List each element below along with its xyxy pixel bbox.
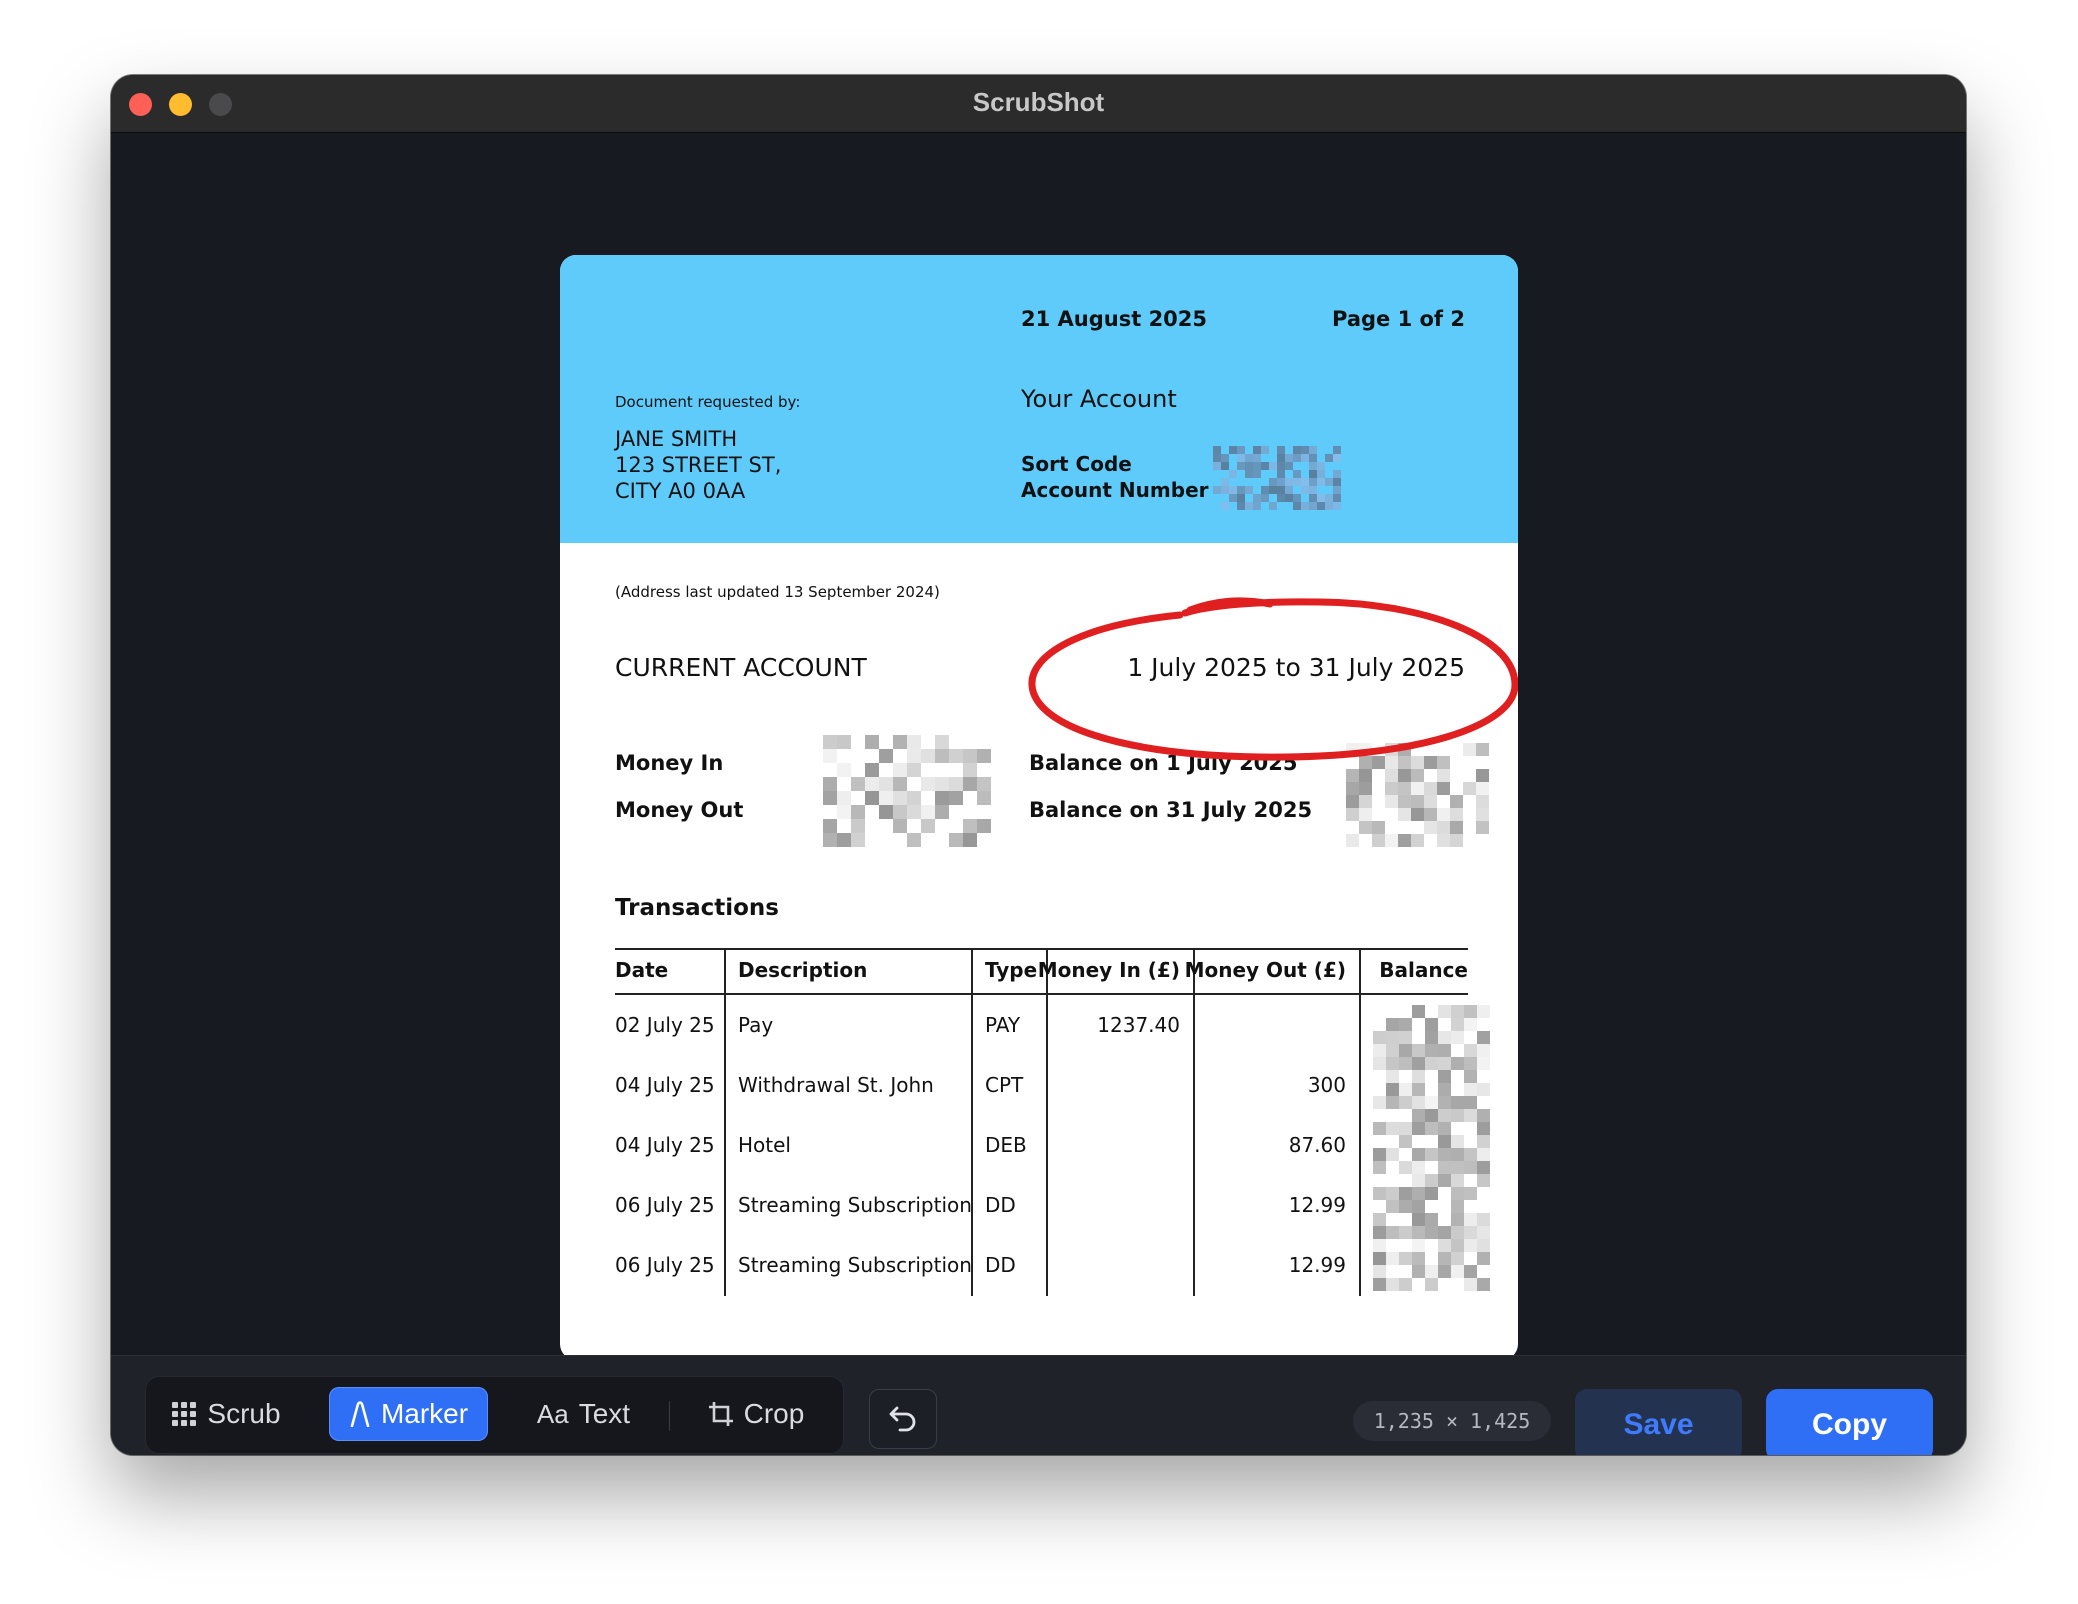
crop-icon (708, 1402, 733, 1426)
scrub-tool-button[interactable]: Scrub (156, 1387, 296, 1441)
address-line-2: CITY A0 0AA (615, 479, 746, 503)
tool-selector: Scrub Marker Aa Text Crop (145, 1376, 844, 1454)
app-window: ScrubShot 21 August 2025 Page 1 of 2 Doc… (111, 75, 1966, 1455)
text-tool-label: Text (578, 1398, 631, 1429)
column-header-type: Type (985, 958, 1038, 982)
toolbar-divider (669, 1401, 670, 1431)
cell-date: 04 July 25 (615, 1073, 715, 1097)
marker-tool-label: Marker (380, 1398, 469, 1429)
column-header-balance: Balance (1379, 958, 1468, 982)
cell-money-in: 1237.40 (1097, 1013, 1180, 1037)
cell-money-out: 12.99 (1288, 1193, 1346, 1217)
statement-period: 1 July 2025 to 31 July 2025 (1127, 653, 1465, 682)
balance-start-label: Balance on 1 July 2025 (1029, 751, 1298, 775)
column-header-date: Date (615, 958, 669, 982)
page-number: Page 1 of 2 (1332, 307, 1465, 331)
image-dimensions: 1,235 × 1,425 (1353, 1401, 1551, 1441)
account-number-label: Account Number (1021, 478, 1209, 502)
money-in-label: Money In (615, 751, 724, 775)
crop-tool-label: Crop (743, 1398, 805, 1429)
cell-date: 06 July 25 (615, 1193, 715, 1217)
cell-date: 06 July 25 (615, 1253, 715, 1277)
bottom-toolbar: Scrub Marker Aa Text Crop 1,235 × 1,425 … (111, 1355, 1966, 1455)
balance-end-label: Balance on 31 July 2025 (1029, 798, 1313, 822)
scrubbed-balance-column (1373, 1005, 1490, 1291)
window-title: ScrubShot (972, 87, 1105, 117)
cell-type: CPT (985, 1073, 1024, 1097)
copy-button[interactable]: Copy (1766, 1389, 1933, 1455)
editor-canvas[interactable]: 21 August 2025 Page 1 of 2 Document requ… (111, 133, 1966, 1412)
transactions-heading: Transactions (615, 895, 779, 921)
cell-type: DD (985, 1193, 1016, 1217)
cell-description: Withdrawal St. John (738, 1073, 934, 1097)
cell-type: DEB (985, 1133, 1027, 1157)
crop-tool-button[interactable]: Crop (686, 1387, 826, 1441)
column-header-money-in: Money In (£) (1037, 958, 1180, 982)
table-top-rule (615, 948, 1468, 950)
bank-statement-document[interactable]: 21 August 2025 Page 1 of 2 Document requ… (560, 255, 1518, 1360)
marker-icon (350, 1401, 370, 1427)
save-button[interactable]: Save (1575, 1389, 1742, 1455)
cell-money-out: 12.99 (1288, 1253, 1346, 1277)
column-divider (724, 949, 726, 1296)
address-updated-note: (Address last updated 13 September 2024) (615, 583, 940, 601)
undo-button[interactable] (869, 1389, 937, 1449)
grid-icon (172, 1402, 197, 1426)
cell-type: PAY (985, 1013, 1021, 1037)
text-icon: Aa (536, 1398, 569, 1429)
cell-description: Hotel (738, 1133, 791, 1157)
scrubbed-money-totals (823, 735, 991, 847)
column-header-description: Description (738, 958, 868, 982)
address-line-1: 123 STREET ST, (615, 453, 782, 477)
customer-name: JANE SMITH (615, 427, 738, 451)
sort-code-label: Sort Code (1021, 452, 1132, 476)
scrubbed-account-details (1213, 446, 1341, 510)
undo-icon (889, 1406, 916, 1432)
cell-type: DD (985, 1253, 1016, 1277)
statement-date: 21 August 2025 (1021, 307, 1208, 331)
cell-date: 04 July 25 (615, 1133, 715, 1157)
column-divider (971, 949, 973, 1296)
scrub-tool-label: Scrub (207, 1398, 281, 1429)
cell-description: Pay (738, 1013, 774, 1037)
cell-money-out: 300 (1307, 1073, 1346, 1097)
your-account-heading: Your Account (1021, 385, 1177, 413)
money-out-label: Money Out (615, 798, 744, 822)
scrubbed-balances (1346, 743, 1489, 847)
cell-money-out: 87.60 (1288, 1133, 1346, 1157)
account-type-heading: CURRENT ACCOUNT (615, 653, 867, 682)
column-header-money-out: Money Out (£) (1184, 958, 1346, 982)
cell-description: Streaming Subscription (738, 1193, 972, 1217)
title-bar: ScrubShot (111, 75, 1966, 133)
marker-tool-button[interactable]: Marker (329, 1387, 488, 1441)
column-divider (1359, 949, 1361, 1296)
table-header-rule (615, 993, 1468, 995)
column-divider (1046, 949, 1048, 1296)
cell-date: 02 July 25 (615, 1013, 715, 1037)
cell-description: Streaming Subscription (738, 1253, 972, 1277)
text-tool-button[interactable]: Aa Text (516, 1387, 651, 1441)
column-divider (1193, 949, 1195, 1296)
requested-by-label: Document requested by: (615, 393, 801, 411)
